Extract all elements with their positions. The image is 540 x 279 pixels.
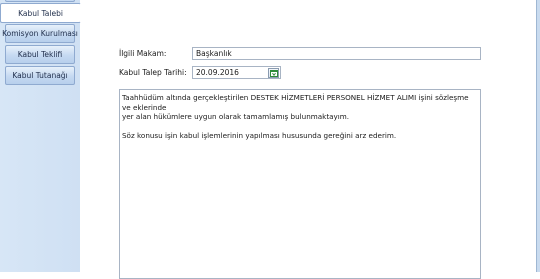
tab-kabul-tutanagi[interactable]: Kabul Tutanağı [5, 66, 75, 85]
tab-komisyon-kurulmasi[interactable]: Komisyon Kurulması [2, 24, 78, 43]
memo-line-1: Taahhüdüm altında gerçekleştirilen DESTE… [122, 93, 469, 112]
tarih-label: Kabul Talep Tarihi: [119, 68, 187, 77]
tab-kabul-talebi[interactable]: Kabul Talebi [0, 3, 81, 23]
makam-field[interactable] [192, 47, 481, 60]
tab-strip-top-stub [5, 0, 75, 2]
memo-line-2: yer alan hükümlere uygun olarak tamamlam… [122, 112, 350, 121]
date-picker-button[interactable] [268, 68, 279, 78]
window-right-edge [536, 0, 540, 272]
calendar-icon [269, 69, 278, 77]
tab-label: Komisyon Kurulması [2, 29, 78, 38]
tab-strip: Kabul Talebi Komisyon Kurulması Kabul Te… [0, 0, 81, 272]
makam-label: İlgili Makam: [119, 49, 167, 58]
memo-blank-line [122, 122, 478, 132]
memo-textarea[interactable]: Taahhüdüm altında gerçekleştirilen DESTE… [119, 89, 481, 279]
tab-label: Kabul Talebi [18, 8, 63, 18]
tarih-field[interactable]: 20.09.2016 [192, 66, 281, 79]
tab-kabul-teklifi[interactable]: Kabul Teklifi [5, 45, 75, 64]
tab-label: Kabul Teklifi [17, 50, 63, 59]
tab-label: Kabul Tutanağı [12, 71, 68, 80]
tarih-value: 20.09.2016 [196, 68, 239, 77]
memo-line-3: Söz konusu işin kabul işlemlerinin yapıl… [122, 131, 397, 140]
